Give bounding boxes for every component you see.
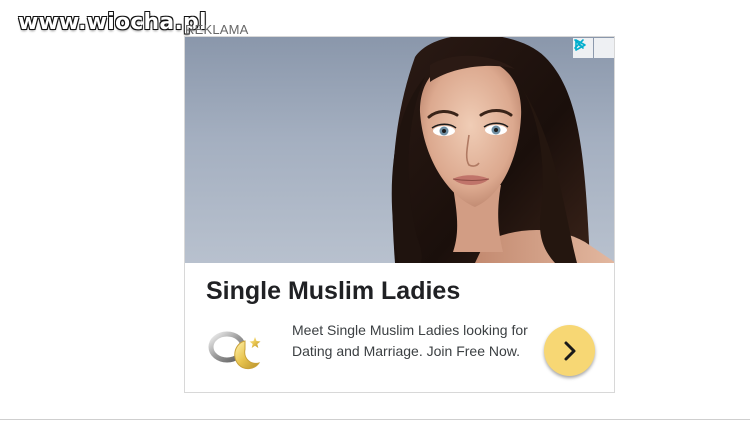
woman-portrait-illustration bbox=[391, 37, 614, 263]
ad-image[interactable] bbox=[185, 37, 614, 263]
site-watermark: www.wiocha.pl bbox=[18, 10, 207, 35]
cta-button[interactable] bbox=[544, 325, 595, 376]
rings-crescent-icon bbox=[207, 325, 267, 375]
ad-description[interactable]: Meet Single Muslim Ladies looking for Da… bbox=[292, 320, 532, 362]
adchoices-controls bbox=[573, 38, 614, 58]
divider bbox=[0, 419, 750, 420]
ad-unit[interactable]: Single Muslim Ladies Meet Single Muslim … bbox=[184, 36, 615, 393]
ad-headline[interactable]: Single Muslim Ladies bbox=[206, 277, 460, 306]
close-icon[interactable] bbox=[574, 38, 614, 58]
ad-label: REKLAMA bbox=[185, 22, 249, 37]
chevron-right-icon bbox=[564, 341, 575, 360]
